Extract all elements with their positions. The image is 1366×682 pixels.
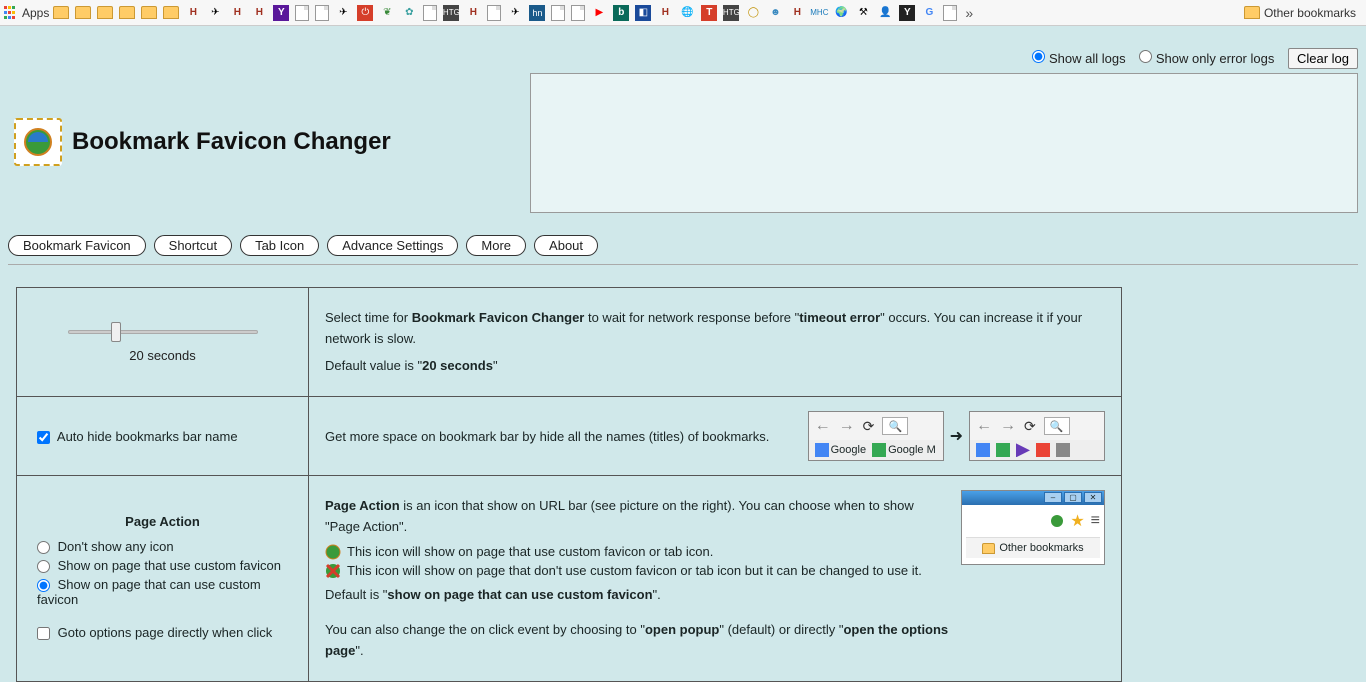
bookmark-icon[interactable]: ✈ (207, 5, 223, 21)
other-bookmarks-label: Other bookmarks (999, 542, 1083, 554)
page-icon[interactable] (571, 5, 585, 21)
opt-no-icon[interactable]: Don't show any icon (37, 539, 292, 554)
pa-icon-desc-1: This icon will show on page that use cus… (325, 544, 949, 560)
apps-button[interactable]: Apps (4, 6, 49, 20)
folder-icon[interactable] (119, 6, 135, 19)
tab-advance-settings[interactable]: Advance Settings (327, 235, 458, 256)
page-title: Bookmark Favicon Changer (72, 128, 391, 156)
clear-log-button[interactable]: Clear log (1288, 48, 1358, 69)
tab-bookmark-favicon[interactable]: Bookmark Favicon (8, 235, 146, 256)
bookmark-icon[interactable]: Y (273, 5, 289, 21)
bookmark-icon[interactable]: 🌐 (679, 5, 695, 21)
bookmark-icon[interactable]: 👤 (877, 5, 893, 21)
close-icon: ✕ (1084, 492, 1102, 503)
bookmark-icon[interactable]: ⏻ (357, 5, 373, 21)
timeout-value: 20 seconds (33, 348, 292, 363)
opt-can-use-favicon[interactable]: Show on page that can use custom favicon (37, 577, 292, 607)
other-bookmarks-button[interactable]: Other bookmarks (1238, 6, 1362, 20)
apps-grid-icon (4, 6, 18, 20)
page-icon[interactable] (487, 5, 501, 21)
log-controls: Show all logs Show only error logs Clear… (530, 48, 1358, 69)
page-icon[interactable] (295, 5, 309, 21)
menu-icon: ≡ (1091, 512, 1100, 530)
show-all-logs-radio[interactable]: Show all logs (1032, 51, 1125, 66)
page-action-heading: Page Action (33, 514, 292, 529)
bookmark-icon[interactable]: ◯ (745, 5, 761, 21)
bookmark-icon[interactable]: H (465, 5, 481, 21)
bookmark-icon[interactable]: H (229, 5, 245, 21)
folder-icon[interactable] (75, 6, 91, 19)
example-after-image: ←→⟳🔍 (969, 411, 1105, 461)
bookmarks-icons: H ✈ H H Y ✈ ⏻ ❦ ✿ HTG H ✈ hn ▶ b ◧ H 🌐 T… (53, 5, 957, 21)
tab-tab-icon[interactable]: Tab Icon (240, 235, 319, 256)
favicon-used-icon (1050, 514, 1064, 528)
timeout-slider[interactable] (68, 330, 258, 334)
bookmark-icon[interactable]: ✿ (401, 5, 417, 21)
pa-click-desc: You can also change the on click event b… (325, 620, 949, 662)
bookmark-icon[interactable]: T (701, 5, 717, 21)
bookmark-icon[interactable]: ▶ (591, 5, 607, 21)
folder-icon (1244, 6, 1260, 19)
pa-default: Default is "show on page that can use cu… (325, 585, 949, 606)
bookmark-icon[interactable]: Y (899, 5, 915, 21)
settings-table: 20 seconds Select time for Bookmark Favi… (16, 287, 1122, 682)
folder-icon[interactable] (163, 6, 179, 19)
bookmark-icon[interactable]: ◧ (635, 5, 651, 21)
pa-desc-1: Page Action is an icon that show on URL … (325, 496, 949, 538)
bookmark-icon[interactable]: 🌍 (833, 5, 849, 21)
tabs-bar: Bookmark Favicon Shortcut Tab Icon Advan… (8, 235, 1358, 265)
folder-icon[interactable] (53, 6, 69, 19)
bookmark-icon[interactable]: MHC (811, 5, 827, 21)
star-icon: ★ (1070, 511, 1084, 531)
arrow-right-icon: ➜ (950, 426, 963, 446)
bookmarks-bar: Apps H ✈ H H Y ✈ ⏻ ❦ ✿ HTG H ✈ hn ▶ b ◧ … (0, 0, 1366, 26)
bookmark-icon[interactable]: H (185, 5, 201, 21)
apps-label: Apps (22, 6, 49, 20)
opt-custom-favicon[interactable]: Show on page that use custom favicon (37, 558, 292, 573)
bookmark-icon[interactable]: ❦ (379, 5, 395, 21)
bookmark-icon[interactable]: ⚒ (855, 5, 871, 21)
bookmark-icon[interactable]: ☻ (767, 5, 783, 21)
favicon-used-icon (325, 544, 341, 560)
bookmark-icon[interactable]: ✈ (507, 5, 523, 21)
folder-icon[interactable] (97, 6, 113, 19)
minimize-icon: – (1044, 492, 1062, 503)
tab-shortcut[interactable]: Shortcut (154, 235, 232, 256)
example-before-image: ←→⟳🔍 Google Google M (808, 411, 944, 461)
bookmark-icon[interactable]: H (789, 5, 805, 21)
maximize-icon: ▢ (1064, 492, 1082, 503)
bookmark-icon[interactable]: HTG (723, 5, 739, 21)
page-icon[interactable] (315, 5, 329, 21)
other-bookmarks-label: Other bookmarks (1264, 6, 1356, 20)
timeout-desc: Select time for Bookmark Favicon Changer… (325, 308, 1105, 350)
page-icon[interactable] (551, 5, 565, 21)
auto-hide-desc: Get more space on bookmark bar by hide a… (325, 429, 802, 444)
folder-icon (982, 543, 995, 554)
bookmark-icon[interactable]: H (657, 5, 673, 21)
show-error-logs-radio[interactable]: Show only error logs (1139, 51, 1274, 66)
page-action-example-image: – ▢ ✕ ★ ≡ Other boo (961, 490, 1105, 565)
bookmark-icon[interactable]: HTG (443, 5, 459, 21)
bookmark-icon[interactable]: b (613, 5, 629, 21)
page-icon[interactable] (423, 5, 437, 21)
bookmark-icon[interactable]: hn (529, 5, 545, 21)
bookmark-icon[interactable]: H (251, 5, 267, 21)
folder-icon[interactable] (141, 6, 157, 19)
pa-icon-desc-2: This icon will show on page that don't u… (325, 563, 949, 579)
timeout-default: Default value is "20 seconds" (325, 356, 1105, 377)
page-icon[interactable] (943, 5, 957, 21)
app-brand: Bookmark Favicon Changer (14, 118, 391, 166)
log-output[interactable] (530, 73, 1358, 213)
overflow-chevron-icon[interactable]: » (961, 5, 977, 21)
bookmark-icon[interactable]: G (921, 5, 937, 21)
auto-hide-checkbox[interactable]: Auto hide bookmarks bar name (37, 429, 238, 444)
app-logo-icon (14, 118, 62, 166)
tab-more[interactable]: More (466, 235, 526, 256)
favicon-unused-icon (325, 563, 341, 579)
tab-about[interactable]: About (534, 235, 598, 256)
bookmark-icon[interactable]: ✈ (335, 5, 351, 21)
goto-options-checkbox[interactable]: Goto options page directly when click (37, 625, 292, 640)
